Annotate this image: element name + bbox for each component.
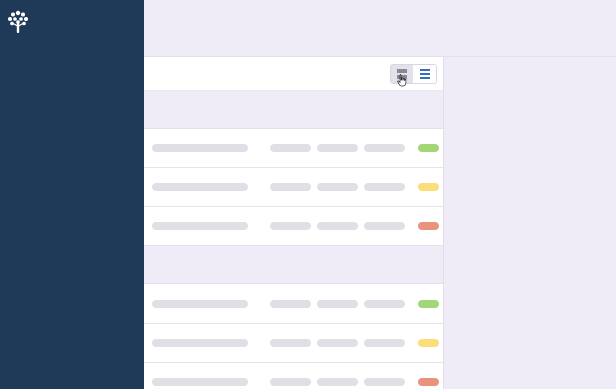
table-row[interactable]: [144, 129, 443, 168]
row-cell-placeholder: [317, 300, 358, 308]
sidebar: [0, 0, 144, 389]
status-badge: [418, 183, 439, 191]
row-cell-placeholder: [270, 339, 311, 347]
row-cell-placeholder: [364, 300, 405, 308]
row-cell-placeholder: [317, 144, 358, 152]
status-badge: [418, 300, 439, 308]
row-cell-placeholder: [317, 378, 358, 386]
row-name-placeholder: [152, 339, 248, 347]
content-panel: [144, 57, 444, 389]
row-name-placeholder: [152, 378, 248, 386]
tree-icon[interactable]: [6, 9, 30, 35]
table-row[interactable]: [144, 168, 443, 207]
panel-toolbar: [144, 57, 443, 91]
row-cell-placeholder: [364, 339, 405, 347]
row-cell-placeholder: [364, 222, 405, 230]
top-header-bar: [144, 0, 616, 57]
row-cell-placeholder: [270, 144, 311, 152]
view-toggle: [390, 64, 437, 84]
row-cell-placeholder: [317, 183, 358, 191]
row-name-placeholder: [152, 183, 248, 191]
row-cell-placeholder: [364, 144, 405, 152]
status-badge: [418, 339, 439, 347]
row-cell-placeholder: [317, 222, 358, 230]
table-row[interactable]: [144, 363, 443, 389]
list-view-icon: [420, 69, 430, 79]
group-header: [144, 91, 443, 129]
row-cell-placeholder: [364, 183, 405, 191]
table-row[interactable]: [144, 324, 443, 363]
table-row[interactable]: [144, 285, 443, 324]
row-cell-placeholder: [270, 222, 311, 230]
row-cell-placeholder: [364, 378, 405, 386]
row-cell-placeholder: [270, 183, 311, 191]
table-row[interactable]: [144, 207, 443, 246]
list-view-button[interactable]: [414, 65, 436, 83]
group-header: [144, 246, 443, 284]
status-badge: [418, 222, 439, 230]
card-view-button[interactable]: [391, 65, 413, 83]
row-name-placeholder: [152, 144, 248, 152]
row-name-placeholder: [152, 300, 248, 308]
row-cell-placeholder: [317, 339, 358, 347]
row-cell-placeholder: [270, 300, 311, 308]
status-badge: [418, 378, 439, 386]
row-cell-placeholder: [270, 378, 311, 386]
card-view-icon: [397, 69, 407, 79]
row-name-placeholder: [152, 222, 248, 230]
status-badge: [418, 144, 439, 152]
